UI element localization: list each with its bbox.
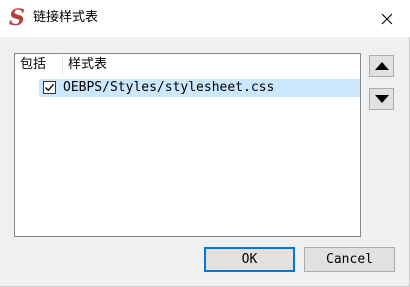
column-divider [62,55,63,75]
move-down-button[interactable] [369,88,394,110]
column-header-include[interactable]: 包括 [20,54,46,76]
stylesheet-path: OEBPS/Styles/stylesheet.css [63,80,275,95]
stylesheet-list[interactable]: 包括 样式表 OEBPS/Styles/stylesheet.css [14,53,361,237]
include-checkbox[interactable] [43,81,56,94]
app-logo-icon: S [9,5,25,31]
title-bar: S 链接样式表 [0,0,410,37]
ok-button[interactable]: OK [204,247,295,272]
cancel-button[interactable]: Cancel [304,247,395,272]
list-header: 包括 样式表 [15,54,360,76]
link-stylesheets-dialog: S 链接样式表 包括 样式表 OEBPS/Styles/stylesheet.c… [0,0,410,287]
close-button[interactable] [364,0,410,37]
checkmark-icon [45,83,54,92]
triangle-down-icon [374,95,389,103]
close-icon [381,13,393,24]
move-up-button[interactable] [369,55,394,77]
column-header-stylesheet[interactable]: 样式表 [68,54,107,76]
list-item[interactable]: OEBPS/Styles/stylesheet.css [39,79,360,97]
triangle-up-icon [374,62,389,70]
dialog-title: 链接样式表 [33,10,99,25]
